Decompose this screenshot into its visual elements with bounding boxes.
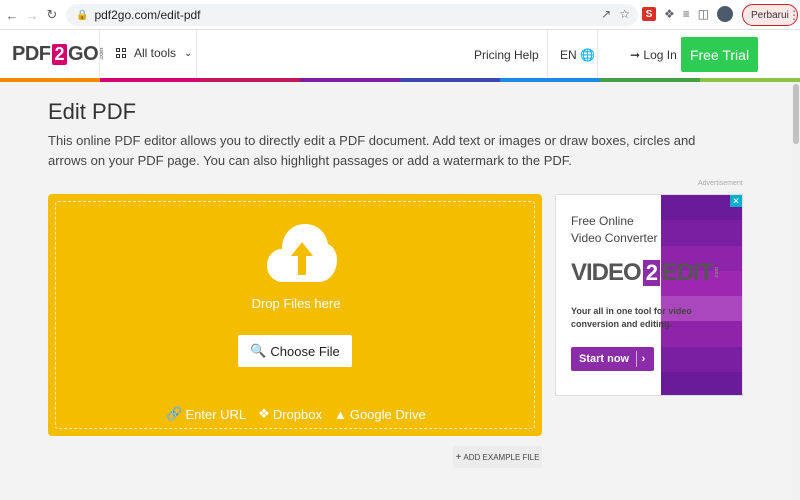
menu-dots-icon[interactable]: ⋮	[788, 8, 800, 22]
ad-cta-label: Start now	[579, 353, 630, 365]
chevron-down-icon: ⌄	[184, 47, 193, 59]
ad-stripe	[661, 371, 684, 395]
header-rainbow-bar	[0, 78, 800, 82]
add-example-label: ADD EXAMPLE FILE	[463, 452, 540, 462]
ad-brand-edit: EDIT	[661, 259, 714, 286]
advertisement-label: Advertisement	[698, 180, 743, 187]
ad-stripe	[661, 220, 684, 246]
extensions-puzzle-icon[interactable]: ❖	[664, 7, 675, 21]
ad-stripe	[661, 195, 684, 221]
plus-icon: +	[455, 451, 462, 463]
language-selector[interactable]: EN 🌐	[560, 48, 595, 62]
ad-headline: Free Online Video Converter	[571, 213, 658, 247]
google-drive-icon: ▲	[333, 406, 347, 422]
rainbow-segment	[400, 78, 500, 82]
drop-files-text: Drop Files here	[251, 296, 341, 311]
video2edit-logo: VIDEO 2 EDIT .com	[571, 259, 720, 287]
link-icon: 🔗	[166, 406, 183, 421]
logo-text-go: GO	[68, 43, 99, 65]
scrollbar-thumb[interactable]	[793, 84, 799, 144]
ad-stripe-pattern	[661, 195, 684, 395]
ad-start-now-button[interactable]: Start now ›	[571, 347, 654, 371]
file-upload-area[interactable]: Drop Files here 🔍 Choose File 🔗 Enter UR…	[48, 194, 542, 436]
upload-sources: 🔗 Enter URL ❖ Dropbox ▲ Google Drive	[56, 406, 536, 422]
chevron-right-icon: ›	[636, 351, 650, 367]
pricing-link[interactable]: Pricing	[474, 48, 511, 62]
side-panel-icon[interactable]: ◫	[698, 7, 709, 21]
login-label: Log In	[643, 48, 677, 62]
logo-text-two: 2	[51, 44, 68, 65]
browser-toolbar: ← → ↻ 🔒 pdf2go.com/edit-pdf ↗ ☆ S ❖ ≡ ◫ …	[0, 0, 800, 30]
cloud-upload-icon	[267, 224, 337, 282]
header-divider	[196, 30, 197, 78]
rainbow-segment	[100, 78, 200, 82]
ad-subtext: Your all in one tool for video conversio…	[571, 305, 692, 331]
ad-stripe	[661, 346, 684, 372]
logo-text-com: .com	[99, 48, 106, 61]
page-description: This online PDF editor allows you to dir…	[48, 133, 696, 168]
ad-headline-line: Free Online	[571, 214, 634, 228]
bookmark-star-icon[interactable]: ☆	[619, 7, 630, 21]
login-arrow-icon: ➞	[630, 48, 641, 62]
back-arrow-icon[interactable]: ←	[2, 5, 22, 25]
rainbow-segment	[300, 78, 400, 82]
choose-file-label: Choose File	[270, 343, 340, 359]
ad-brand-two: 2	[642, 260, 660, 286]
header-divider	[547, 30, 548, 78]
forward-arrow-icon[interactable]: →	[22, 5, 42, 25]
reload-icon[interactable]: ↻	[42, 5, 62, 25]
advertisement-banner[interactable]: ✕ Free Online Video Converter VIDEO 2 EDIT…	[555, 194, 743, 396]
dropbox-label: Dropbox	[272, 406, 322, 422]
site-header: PDF 2 GO .com All tools ⌄ Pricing Help EN 🌐…	[0, 30, 800, 78]
dropbox-link[interactable]: ❖ Dropbox	[258, 406, 322, 422]
page-scrollbar[interactable]	[792, 82, 800, 500]
url-text: pdf2go.com/edit-pdf	[94, 8, 201, 22]
enter-url-link[interactable]: 🔗 Enter URL	[166, 406, 246, 422]
ad-stripe	[682, 371, 742, 395]
choose-file-button[interactable]: 🔍 Choose File	[238, 335, 352, 367]
ad-stripe	[682, 346, 742, 372]
ad-brand-video: VIDEO	[571, 259, 642, 286]
extension-s-icon[interactable]: S	[642, 7, 656, 21]
grid-icon	[116, 48, 126, 58]
free-trial-button[interactable]: Free Trial	[681, 37, 758, 72]
google-drive-link[interactable]: ▲ Google Drive	[334, 406, 426, 422]
globe-icon: 🌐	[580, 48, 595, 62]
logo-text-pdf: PDF	[12, 43, 51, 65]
reading-list-icon[interactable]: ≡	[683, 7, 690, 21]
rainbow-segment	[600, 78, 700, 82]
ad-stripe	[682, 220, 742, 246]
drop-zone[interactable]: Drop Files here 🔍 Choose File 🔗 Enter UR…	[55, 201, 535, 429]
ad-subtext-line: Your all in one tool for video	[571, 306, 692, 316]
login-link[interactable]: ➞ Log In	[630, 48, 677, 62]
rainbow-segment	[700, 78, 800, 82]
page-title: Edit PDF	[48, 99, 137, 124]
ad-subtext-line: conversion and editing.	[571, 319, 673, 329]
pdf2go-logo[interactable]: PDF 2 GO .com	[12, 43, 105, 66]
language-label: EN	[560, 48, 577, 62]
google-drive-label: Google Drive	[349, 406, 426, 422]
lock-icon: 🔒	[76, 9, 89, 21]
help-link[interactable]: Help	[514, 48, 539, 62]
ad-close-icon[interactable]: ✕	[730, 195, 742, 207]
share-icon[interactable]: ↗	[601, 7, 611, 21]
rainbow-segment	[200, 78, 300, 82]
search-icon: 🔍	[250, 343, 267, 358]
add-example-file-button[interactable]: + ADD EXAMPLE FILE	[453, 446, 542, 468]
enter-url-label: Enter URL	[185, 406, 247, 422]
rainbow-segment	[0, 78, 100, 82]
dropbox-icon: ❖	[258, 406, 270, 421]
ad-brand-com: .com	[713, 267, 720, 279]
ad-stripe-pattern	[682, 195, 742, 395]
address-bar[interactable]: 🔒 pdf2go.com/edit-pdf ↗ ☆	[66, 4, 638, 26]
rainbow-segment	[500, 78, 600, 82]
header-divider	[597, 30, 598, 78]
all-tools-label: All tools	[134, 46, 177, 60]
profile-avatar[interactable]	[717, 6, 734, 22]
all-tools-menu[interactable]: All tools ⌄	[116, 46, 192, 60]
ad-headline-line: Video Converter	[571, 231, 658, 245]
header-divider	[99, 30, 100, 78]
